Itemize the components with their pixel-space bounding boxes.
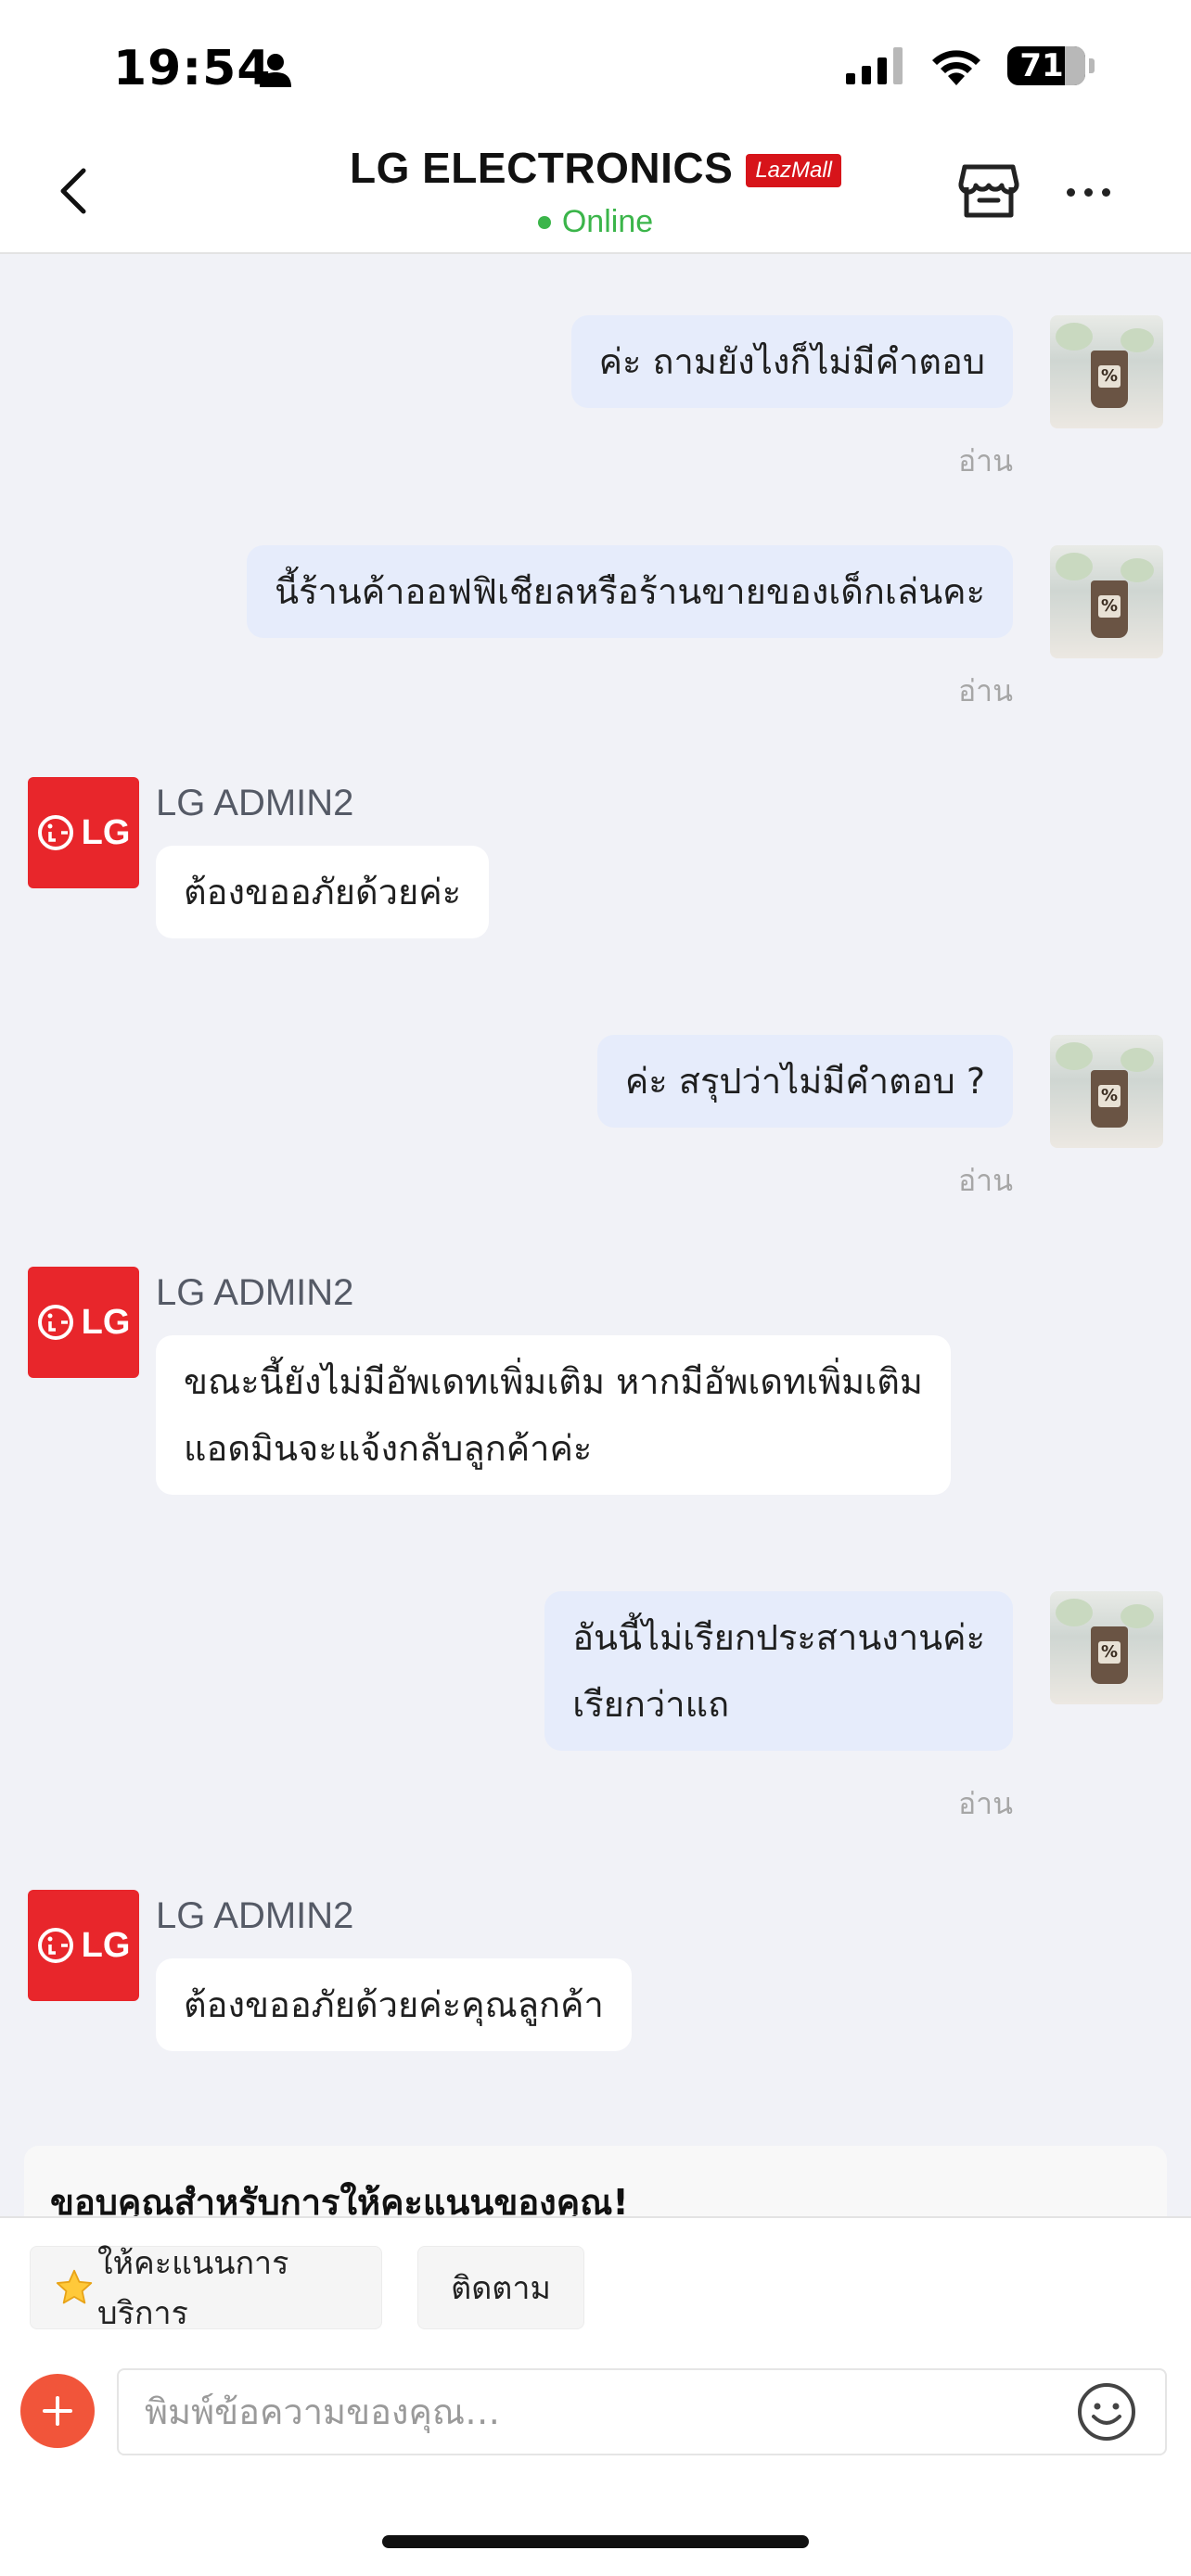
message-bubble[interactable]: ค่ะ สรุปว่าไม่มีคำตอบ ?: [596, 1035, 1013, 1128]
battery-icon: 71: [1007, 46, 1085, 85]
lg-logo-text: LG: [81, 812, 131, 852]
message-line: เรียกว่าแถ: [572, 1684, 730, 1725]
lg-avatar: LG: [28, 1267, 139, 1378]
message-input[interactable]: [145, 2370, 1054, 2454]
emoji-icon[interactable]: [1076, 2381, 1137, 2442]
message-list: % ค่ะ ถามยังไงก็ไม่มีคำตอบ อ่าน % นี้ร้า…: [0, 256, 1191, 2213]
shop-name: LG ELECTRONICS: [349, 144, 734, 192]
lg-avatar: LG: [28, 777, 139, 888]
message-incoming: ต้องขออภัยด้วยค่ะคุณลูกค้า: [156, 1958, 632, 2051]
read-receipt: อ่าน: [957, 1786, 1013, 1821]
read-receipt: อ่าน: [957, 443, 1013, 478]
rating-card: ขอบคุณสำหรับการให้คะแนนของคุณ!: [24, 2146, 1167, 2223]
message-bubble[interactable]: อันนี้ไม่เรียกประสานงานค่ะ เรียกว่าแถ: [544, 1591, 1013, 1751]
status-bar: 19:54 71: [0, 0, 1191, 130]
cellular-signal-icon: [846, 47, 903, 84]
user-avatar: %: [1050, 1035, 1163, 1148]
online-status-label: Online: [561, 204, 654, 239]
lg-avatar: LG: [28, 1890, 139, 2001]
follow-button[interactable]: ติดตาม: [417, 2246, 584, 2329]
lg-logo-icon: [37, 1928, 73, 1963]
chat-header: LG ELECTRONICS LazMall Online: [0, 130, 1191, 254]
lg-logo-text: LG: [81, 1925, 131, 1965]
message-outgoing: นี้ร้านค้าออฟฟิเชียลหรือร้านขายของเด็กเล…: [247, 545, 1013, 638]
message-line: อันนี้ไม่เรียกประสานงานค่ะ: [572, 1617, 985, 1658]
message-outgoing: ค่ะ สรุปว่าไม่มีคำตอบ ?: [596, 1035, 1013, 1128]
message-bubble[interactable]: ขณะนี้ยังไม่มีอัพเดทเพิ่มเติม หากมีอัพเด…: [156, 1335, 951, 1495]
user-avatar: %: [1050, 315, 1163, 428]
home-indicator: [382, 2535, 809, 2548]
message-bubble[interactable]: ต้องขออภัยด้วยค่ะคุณลูกค้า: [156, 1958, 632, 2051]
composer-bar: ให้คะแนนการบริการ ติดตาม: [0, 2216, 1191, 2576]
rate-service-label: ให้คะแนนการบริการ: [97, 2245, 289, 2332]
user-avatar: %: [1050, 1591, 1163, 1704]
plus-icon: [43, 2396, 72, 2426]
star-icon: [56, 2269, 93, 2304]
person-icon: [260, 54, 291, 87]
read-receipt: อ่าน: [957, 1163, 1013, 1198]
add-attachment-button[interactable]: [20, 2374, 95, 2448]
lazmall-badge: LazMall: [746, 154, 842, 187]
online-dot-icon: [537, 215, 551, 229]
message-line: แอดมินจะแจ้งกลับลูกค้าค่ะ: [184, 1428, 593, 1469]
message-incoming: ต้องขออภัยด้วยค่ะ: [156, 846, 490, 938]
message-bubble[interactable]: นี้ร้านค้าออฟฟิเชียลหรือร้านขายของเด็กเล…: [247, 545, 1013, 638]
message-outgoing: อันนี้ไม่เรียกประสานงานค่ะ เรียกว่าแถ: [544, 1591, 1013, 1751]
lg-logo-icon: [37, 815, 73, 850]
user-avatar: %: [1050, 545, 1163, 658]
message-incoming: ขณะนี้ยังไม่มีอัพเดทเพิ่มเติม หากมีอัพเด…: [156, 1335, 951, 1495]
more-options-icon[interactable]: [1067, 178, 1122, 206]
status-time: 19:54: [113, 41, 272, 96]
message-input-box: [117, 2368, 1167, 2455]
message-outgoing: ค่ะ ถามยังไงก็ไม่มีคำตอบ: [570, 315, 1013, 408]
sender-name: LG ADMIN2: [156, 1895, 354, 1936]
sender-name: LG ADMIN2: [156, 1272, 354, 1313]
rate-service-button[interactable]: ให้คะแนนการบริการ: [30, 2245, 382, 2332]
message-bubble[interactable]: ค่ะ ถามยังไงก็ไม่มีคำตอบ: [570, 315, 1013, 408]
lg-logo-text: LG: [81, 1302, 131, 1342]
battery-level: 71: [1019, 47, 1064, 84]
status-indicators: 71: [846, 46, 1095, 85]
read-receipt: อ่าน: [957, 673, 1013, 708]
wifi-icon: [932, 50, 980, 85]
message-line: ขณะนี้ยังไม่มีอัพเดทเพิ่มเติม หากมีอัพเด…: [184, 1361, 923, 1402]
store-icon[interactable]: [955, 158, 1022, 224]
sender-name: LG ADMIN2: [156, 783, 354, 823]
message-bubble[interactable]: ต้องขออภัยด้วยค่ะ: [156, 846, 490, 938]
lg-logo-icon: [37, 1305, 73, 1340]
